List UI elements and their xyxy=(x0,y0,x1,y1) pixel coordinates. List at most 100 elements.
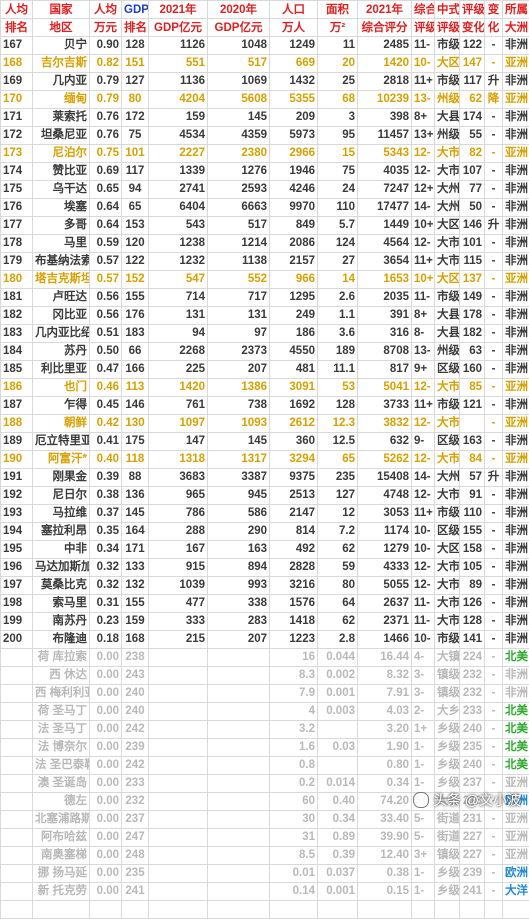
table-cell[interactable] xyxy=(208,775,270,793)
table-cell[interactable]: 168 xyxy=(122,631,149,649)
table-cell[interactable]: 5262 xyxy=(358,451,412,469)
table-cell[interactable]: 3- xyxy=(412,685,435,703)
table-cell[interactable]: 552 xyxy=(208,271,270,289)
table-row[interactable]: 200布隆迪0.1816821520712232.8146610-市级141-非… xyxy=(1,631,529,649)
table-cell[interactable]: 布基纳法索 xyxy=(33,253,90,271)
table-cell[interactable]: 176 xyxy=(122,307,149,325)
table-cell[interactable]: - xyxy=(485,523,503,541)
table-row[interactable]: 177多哥0.641535435178495.7144910+大区146升非洲 xyxy=(1,217,529,235)
table-cell[interactable]: 0.35 xyxy=(90,523,122,541)
table-cell[interactable] xyxy=(1,757,33,775)
table-cell[interactable]: 0.01 xyxy=(270,865,318,883)
table-cell[interactable]: 1214 xyxy=(208,235,270,253)
table-cell[interactable]: 0.65 xyxy=(90,181,122,199)
table-cell[interactable] xyxy=(318,757,358,775)
table-cell[interactable]: 0.002 xyxy=(318,667,358,685)
table-cell[interactable] xyxy=(208,901,270,919)
table-cell[interactable]: 大市 xyxy=(435,379,460,397)
table-cell[interactable]: 坦桑尼亚 xyxy=(33,127,90,145)
table-cell[interactable]: 247 xyxy=(122,829,149,847)
table-cell[interactable]: 非洲 xyxy=(503,541,529,559)
table-cell[interactable]: 乡级 xyxy=(435,865,460,883)
table-cell[interactable]: 669 xyxy=(270,55,318,73)
table-cell[interactable]: 11457 xyxy=(358,127,412,145)
table-cell[interactable]: 16 xyxy=(270,649,318,667)
table-cell[interactable]: 0.00 xyxy=(90,667,122,685)
table-cell[interactable]: 127 xyxy=(122,73,149,91)
table-cell[interactable]: 荷 圣马丁 xyxy=(33,703,90,721)
table-cell[interactable]: 91 xyxy=(460,487,485,505)
table-cell[interactable]: 0.00 xyxy=(90,721,122,739)
table-cell[interactable]: 1.90 xyxy=(358,739,412,757)
table-cell[interactable]: 195 xyxy=(1,541,33,559)
table-cell[interactable]: 0.56 xyxy=(90,289,122,307)
table-cell[interactable]: 非洲 xyxy=(503,73,529,91)
table-cell[interactable]: 大市 xyxy=(435,595,460,613)
table-cell[interactable]: 786 xyxy=(149,505,208,523)
table-cell[interactable]: 8- xyxy=(412,325,435,343)
table-cell[interactable]: - xyxy=(485,811,503,829)
table-cell[interactable]: 非洲 xyxy=(503,163,529,181)
table-cell[interactable]: 南奥塞梯 xyxy=(33,847,90,865)
table-cell[interactable]: 大市 xyxy=(435,235,460,253)
table-cell[interactable]: 非洲 xyxy=(503,505,529,523)
table-cell[interactable]: 2966 xyxy=(270,145,318,163)
table-cell[interactable]: 30 xyxy=(270,811,318,829)
table-cell[interactable]: - xyxy=(485,289,503,307)
table-cell[interactable]: 1295 xyxy=(270,289,318,307)
table-cell[interactable]: 3053 xyxy=(358,505,412,523)
table-cell[interactable]: 尼泊尔 xyxy=(33,145,90,163)
table-cell[interactable]: 240 xyxy=(460,721,485,739)
table-cell[interactable]: 88 xyxy=(122,469,149,487)
table-cell[interactable]: 大市 xyxy=(435,415,460,433)
table-cell[interactable]: 20 xyxy=(318,55,358,73)
table-cell[interactable]: 区级 xyxy=(435,361,460,379)
table-cell[interactable]: 几内亚比绍 xyxy=(33,325,90,343)
table-cell[interactable]: 1174 xyxy=(358,523,412,541)
table-cell[interactable]: 西 休达 xyxy=(33,667,90,685)
table-cell[interactable]: 398 xyxy=(358,109,412,127)
table-cell[interactable]: 224 xyxy=(460,649,485,667)
table-cell[interactable]: 北美 xyxy=(503,739,529,757)
table-cell[interactable]: 亚洲 xyxy=(503,379,529,397)
table-cell[interactable]: 113 xyxy=(122,379,149,397)
table-cell[interactable]: 非洲 xyxy=(503,631,529,649)
table-cell[interactable]: 62 xyxy=(460,91,485,109)
table-cell[interactable]: 南苏丹 xyxy=(33,613,90,631)
table-cell[interactable]: 1249 xyxy=(270,37,318,55)
table-cell[interactable]: 242 xyxy=(122,757,149,775)
table-cell[interactable]: 1+ xyxy=(412,721,435,739)
table-cell[interactable] xyxy=(1,775,33,793)
table-cell[interactable]: - xyxy=(485,325,503,343)
table-cell[interactable]: 冈比亚 xyxy=(33,307,90,325)
table-cell[interactable]: 188 xyxy=(1,415,33,433)
table-cell[interactable]: 9970 xyxy=(270,199,318,217)
table-cell[interactable]: 1- xyxy=(412,757,435,775)
table-cell[interactable] xyxy=(149,793,208,811)
table-cell[interactable]: 非洲 xyxy=(503,307,529,325)
column-header[interactable]: 排名 xyxy=(1,19,33,37)
table-cell[interactable]: 镇级 xyxy=(435,847,460,865)
column-header[interactable]: 面积 xyxy=(318,1,358,19)
table-cell[interactable]: 卢旺达 xyxy=(33,289,90,307)
table-cell[interactable]: 0.64 xyxy=(90,217,122,235)
table-cell[interactable]: 0.31 xyxy=(90,595,122,613)
table-cell[interactable]: 118 xyxy=(122,451,149,469)
table-cell[interactable] xyxy=(90,901,122,919)
table-cell[interactable]: 7.9 xyxy=(270,685,318,703)
table-cell[interactable]: 179 xyxy=(1,253,33,271)
table-cell[interactable]: 235 xyxy=(318,469,358,487)
table-cell[interactable]: 235 xyxy=(122,865,149,883)
table-cell[interactable]: 3091 xyxy=(270,379,318,397)
table-cell[interactable]: 239 xyxy=(122,739,149,757)
table-cell[interactable] xyxy=(149,847,208,865)
table-cell[interactable]: 517 xyxy=(208,55,270,73)
column-header[interactable]: 评级 xyxy=(460,1,485,19)
table-cell[interactable]: 苏丹 xyxy=(33,343,90,361)
table-cell[interactable] xyxy=(208,757,270,775)
table-cell[interactable]: 190 xyxy=(1,451,33,469)
table-cell[interactable]: 248 xyxy=(122,847,149,865)
table-cell[interactable]: 481 xyxy=(270,361,318,379)
table-cell[interactable]: 4246 xyxy=(270,181,318,199)
table-cell[interactable]: 167 xyxy=(149,541,208,559)
